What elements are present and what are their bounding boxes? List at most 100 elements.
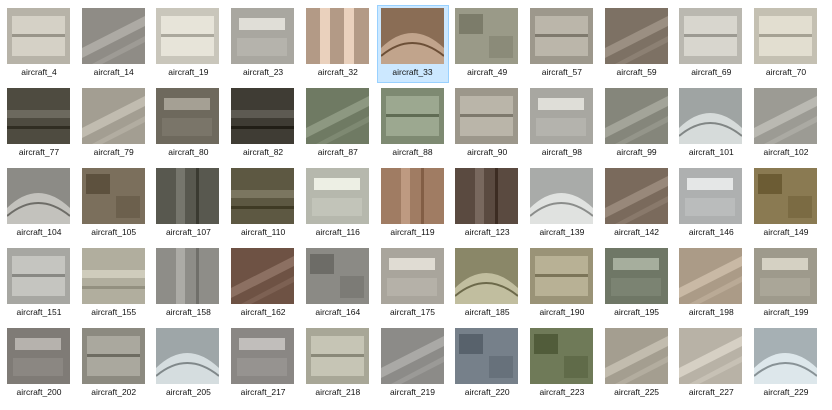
- file-name: aircraft_155: [91, 307, 137, 317]
- file-item[interactable]: aircraft_123: [452, 166, 522, 242]
- file-item[interactable]: aircraft_101: [676, 86, 746, 162]
- image-thumbnail: [529, 328, 593, 384]
- file-item[interactable]: aircraft_32: [303, 6, 373, 82]
- file-item[interactable]: aircraft_116: [303, 166, 373, 242]
- file-item[interactable]: aircraft_190: [527, 246, 597, 322]
- file-item[interactable]: aircraft_175: [378, 246, 448, 322]
- file-name: aircraft_119: [390, 227, 435, 237]
- file-item[interactable]: aircraft_162: [228, 246, 298, 322]
- file-item[interactable]: aircraft_69: [676, 6, 746, 82]
- file-name: aircraft_107: [165, 227, 211, 237]
- file-item[interactable]: aircraft_218: [303, 326, 373, 402]
- file-item[interactable]: aircraft_146: [676, 166, 746, 242]
- image-thumbnail: [380, 248, 444, 304]
- aerial-image-icon: [604, 248, 668, 304]
- file-item[interactable]: aircraft_199: [751, 246, 821, 322]
- file-item[interactable]: aircraft_104: [4, 166, 74, 242]
- file-item[interactable]: aircraft_77: [4, 86, 74, 162]
- file-item[interactable]: aircraft_88: [378, 86, 448, 162]
- file-name: aircraft_195: [614, 307, 660, 317]
- aerial-image-icon: [529, 168, 593, 224]
- file-name: aircraft_79: [93, 147, 134, 157]
- file-name: aircraft_139: [539, 227, 585, 237]
- file-item[interactable]: aircraft_102: [751, 86, 821, 162]
- file-item[interactable]: aircraft_70: [751, 6, 821, 82]
- aerial-image-icon: [231, 328, 295, 384]
- image-thumbnail: [231, 8, 295, 64]
- file-item[interactable]: aircraft_229: [751, 326, 821, 402]
- file-item[interactable]: aircraft_4: [4, 6, 74, 82]
- file-item[interactable]: aircraft_139: [527, 166, 597, 242]
- file-item[interactable]: aircraft_23: [228, 6, 298, 82]
- file-item[interactable]: aircraft_223: [527, 326, 597, 402]
- file-item[interactable]: aircraft_57: [527, 6, 597, 82]
- aerial-image-icon: [305, 88, 369, 144]
- file-name: aircraft_98: [541, 147, 582, 157]
- file-item[interactable]: aircraft_119: [378, 166, 448, 242]
- file-item[interactable]: aircraft_80: [153, 86, 223, 162]
- file-name: aircraft_218: [315, 387, 361, 397]
- file-item[interactable]: aircraft_107: [153, 166, 223, 242]
- image-thumbnail: [679, 88, 743, 144]
- aerial-image-icon: [529, 88, 593, 144]
- file-name: aircraft_77: [18, 147, 60, 157]
- image-thumbnail: [604, 248, 668, 304]
- file-item[interactable]: aircraft_155: [79, 246, 149, 322]
- file-item[interactable]: aircraft_219: [378, 326, 448, 402]
- file-item[interactable]: aircraft_59: [602, 6, 672, 82]
- file-item[interactable]: aircraft_158: [153, 246, 223, 322]
- file-item[interactable]: aircraft_220: [452, 326, 522, 402]
- file-name: aircraft_90: [467, 147, 508, 157]
- file-item[interactable]: aircraft_87: [303, 86, 373, 162]
- file-item[interactable]: aircraft_98: [527, 86, 597, 162]
- aerial-image-icon: [7, 328, 70, 384]
- file-name: aircraft_223: [539, 387, 585, 397]
- aerial-image-icon: [156, 328, 220, 384]
- image-thumbnail: [305, 168, 369, 224]
- file-item[interactable]: aircraft_202: [79, 326, 149, 402]
- image-thumbnail: [754, 8, 817, 64]
- file-item[interactable]: aircraft_200: [4, 326, 74, 402]
- file-item[interactable]: aircraft_142: [602, 166, 672, 242]
- file-name: aircraft_175: [390, 307, 435, 317]
- file-item[interactable]: aircraft_217: [228, 326, 298, 402]
- file-item[interactable]: aircraft_205: [153, 326, 223, 402]
- file-item[interactable]: aircraft_195: [602, 246, 672, 322]
- file-item[interactable]: aircraft_19: [153, 6, 223, 82]
- file-name: aircraft_225: [614, 387, 660, 397]
- aerial-image-icon: [81, 168, 145, 224]
- file-name: aircraft_88: [392, 147, 433, 157]
- file-item[interactable]: aircraft_49: [452, 6, 522, 82]
- image-thumbnail: [7, 328, 70, 384]
- file-item[interactable]: aircraft_151: [4, 246, 74, 322]
- file-name: aircraft_205: [165, 387, 211, 397]
- file-item[interactable]: aircraft_198: [676, 246, 746, 322]
- file-item[interactable]: aircraft_99: [602, 86, 672, 162]
- file-item[interactable]: aircraft_33: [376, 5, 449, 83]
- image-thumbnail: [604, 88, 668, 144]
- file-name: aircraft_87: [317, 147, 358, 157]
- file-item[interactable]: aircraft_79: [79, 86, 149, 162]
- image-thumbnail: [455, 8, 519, 64]
- file-item[interactable]: aircraft_227: [676, 326, 746, 402]
- file-item[interactable]: aircraft_110: [228, 166, 298, 242]
- aerial-image-icon: [754, 8, 817, 64]
- file-item[interactable]: aircraft_14: [79, 6, 149, 82]
- aerial-image-icon: [380, 88, 444, 144]
- file-item[interactable]: aircraft_225: [602, 326, 672, 402]
- file-item[interactable]: aircraft_82: [228, 86, 298, 162]
- file-item[interactable]: aircraft_164: [303, 246, 373, 322]
- file-item[interactable]: aircraft_149: [751, 166, 821, 242]
- file-name: aircraft_102: [763, 147, 809, 157]
- aerial-image-icon: [679, 168, 743, 224]
- aerial-image-icon: [305, 8, 369, 64]
- file-item[interactable]: aircraft_185: [452, 246, 522, 322]
- file-name: aircraft_70: [765, 67, 807, 77]
- file-name: aircraft_199: [763, 307, 809, 317]
- image-thumbnail: [231, 88, 295, 144]
- image-thumbnail: [529, 248, 593, 304]
- file-name: aircraft_116: [315, 227, 360, 237]
- file-item[interactable]: aircraft_105: [79, 166, 149, 242]
- aerial-image-icon: [231, 8, 295, 64]
- file-item[interactable]: aircraft_90: [452, 86, 522, 162]
